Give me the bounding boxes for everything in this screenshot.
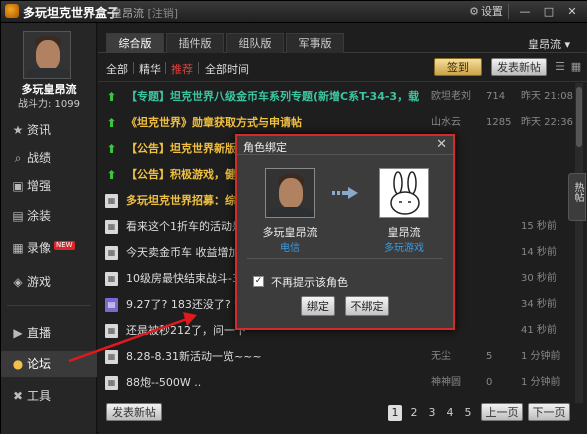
annotation-arrow-icon [68,312,197,363]
app-window: 多玩坦克世界盒子 皇昂流 [注销] ⚙ 设置 — □ ✕ 多玩皇昂流 战斗力: 1… [0,0,587,434]
